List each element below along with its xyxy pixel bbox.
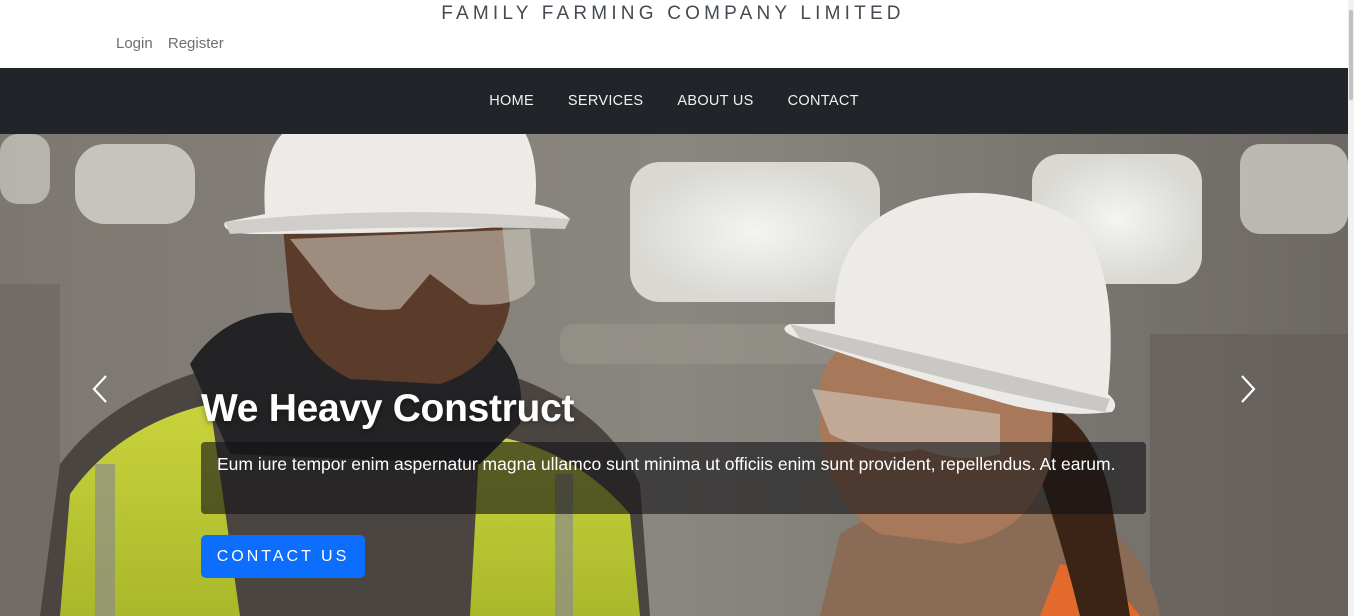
page-scrollbar[interactable] <box>1348 0 1354 616</box>
hero-carousel: We Heavy Construct Eum iure tempor enim … <box>0 134 1348 616</box>
auth-links: Login Register <box>116 35 235 52</box>
main-navbar: HOME SERVICES ABOUT US CONTACT <box>0 68 1348 134</box>
nav-item-contact[interactable]: CONTACT <box>771 93 876 109</box>
site-header: FAMILY FARMING COMPANY LIMITED Login Reg… <box>0 0 1354 68</box>
chevron-right-icon[interactable] <box>1232 374 1262 404</box>
register-link[interactable]: Register <box>168 35 224 52</box>
scrollbar-thumb[interactable] <box>1349 10 1353 100</box>
login-link[interactable]: Login <box>116 35 153 52</box>
hero-description: Eum iure tempor enim aspernatur magna ul… <box>201 442 1146 514</box>
nav-item-services[interactable]: SERVICES <box>551 93 660 109</box>
brand-title: FAMILY FARMING COMPANY LIMITED <box>441 3 905 24</box>
chevron-left-icon[interactable] <box>86 374 116 404</box>
hero-title: We Heavy Construct <box>201 387 575 430</box>
nav-item-about-us[interactable]: ABOUT US <box>660 93 770 109</box>
nav-menu: HOME SERVICES ABOUT US CONTACT <box>0 68 1348 134</box>
contact-us-button[interactable]: CONTACT US <box>201 535 365 578</box>
nav-item-home[interactable]: HOME <box>472 93 551 109</box>
